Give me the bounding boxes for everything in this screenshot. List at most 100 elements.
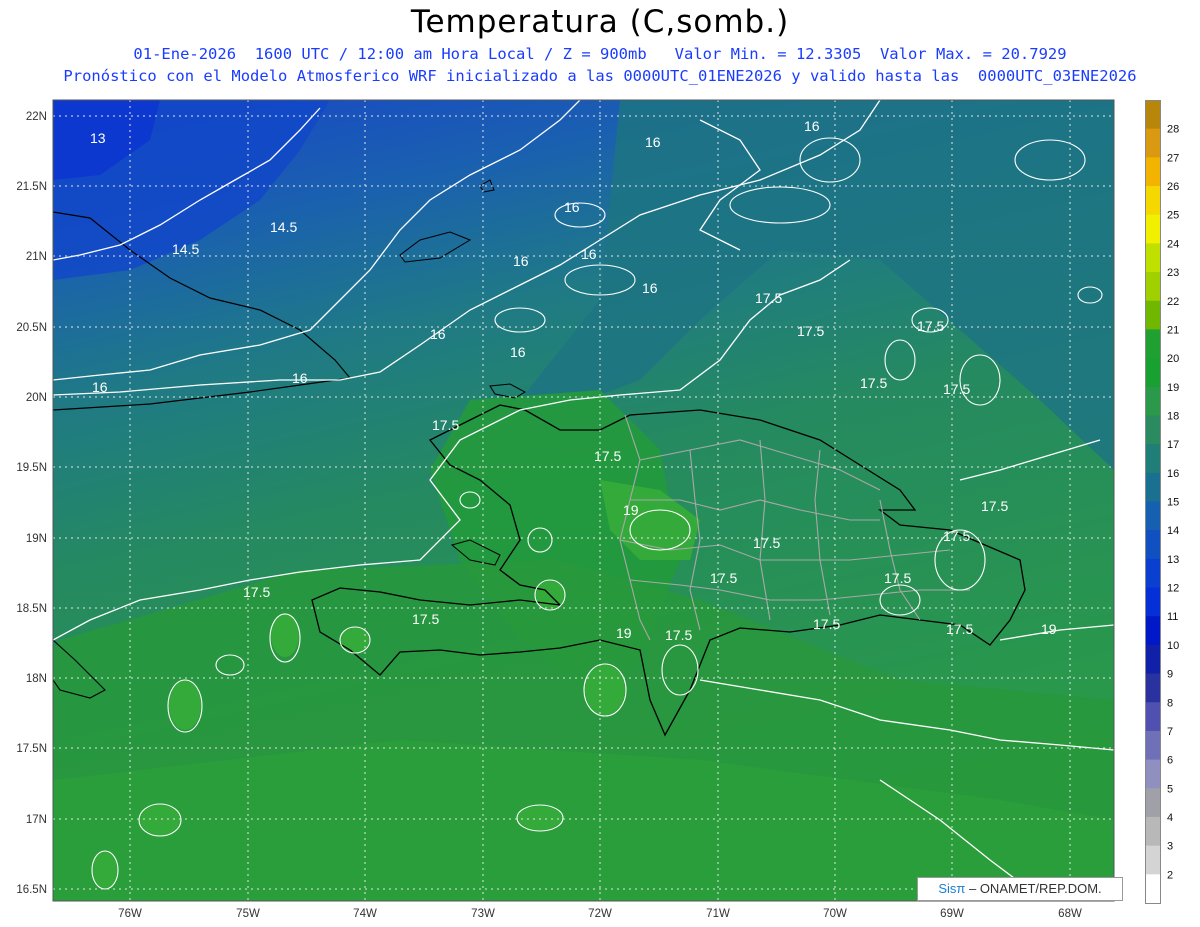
- colorbar-label: 5: [1167, 783, 1173, 795]
- colorbar-label: 22: [1167, 296, 1179, 308]
- colorbar-label: 9: [1167, 669, 1173, 681]
- lat-label: 21.5N: [16, 181, 47, 193]
- colorbar-swatch: [1145, 186, 1160, 216]
- contour-label: 16: [510, 344, 526, 360]
- contour-label: 17.5: [755, 290, 782, 306]
- colorbar-swatch: [1145, 587, 1160, 617]
- colorbar-label: 17: [1167, 439, 1179, 451]
- colorbar-label: 24: [1167, 238, 1179, 250]
- contour-label: 16: [564, 199, 580, 215]
- lat-label: 18N: [26, 673, 47, 685]
- colorbar-label: 13: [1167, 554, 1179, 566]
- contour-label: 16: [292, 370, 308, 386]
- contour-label: 17.5: [710, 570, 737, 586]
- contour-label: 19: [623, 502, 639, 518]
- colorbar-label: 6: [1167, 755, 1173, 767]
- valid-time-subtitle: 01-Ene-2026 1600 UTC / 12:00 am Hora Loc…: [133, 45, 1067, 63]
- model-info-subtitle: Pronóstico con el Modelo Atmosferico WRF…: [63, 67, 1137, 85]
- colorbar-swatch: [1145, 100, 1160, 130]
- lon-label: 74W: [353, 908, 377, 920]
- credit-text: – ONAMET/REP.DOM.: [965, 881, 1102, 896]
- contour-label: 14.5: [172, 241, 199, 257]
- contour-label: 16: [513, 253, 529, 269]
- colorbar-swatch: [1145, 128, 1160, 158]
- contour-label: 17.5: [412, 611, 439, 627]
- colorbar-label: 20: [1167, 353, 1179, 365]
- contour-label: 17.5: [813, 616, 840, 632]
- colorbar-swatch: [1145, 300, 1160, 330]
- colorbar-swatch: [1145, 415, 1160, 445]
- lon-label: 68W: [1058, 908, 1082, 920]
- colorbar-label: 18: [1167, 410, 1179, 422]
- colorbar-swatch: [1145, 329, 1160, 359]
- colorbar-label: 19: [1167, 382, 1179, 394]
- colorbar-swatch: [1145, 845, 1160, 875]
- contour-label: 17.5: [594, 448, 621, 464]
- lon-label: 75W: [236, 908, 260, 920]
- colorbar-label: 2: [1167, 869, 1173, 881]
- lat-label: 19.5N: [16, 462, 47, 474]
- contour-label: 14.5: [270, 219, 297, 235]
- contour-label: 17.5: [884, 570, 911, 586]
- temperature-map: 13 14.5 14.5 16 16 16 16 16 16 16 16 16 …: [16, 99, 1115, 920]
- colorbar-label: 11: [1167, 611, 1178, 623]
- lat-label: 20N: [26, 392, 47, 404]
- contour-label: 17.5: [243, 584, 270, 600]
- colorbar-label: 12: [1167, 583, 1179, 595]
- colorbar-swatch: [1145, 730, 1160, 761]
- lat-label: 16.5N: [16, 884, 47, 896]
- contour-label: 17.5: [432, 417, 459, 433]
- colorbar-swatch: [1145, 644, 1160, 675]
- sispi-logo-text: Sisπ: [938, 881, 966, 896]
- contour-label: 17.5: [665, 627, 692, 643]
- colorbar-label: 14: [1167, 525, 1179, 537]
- colorbar-label: 26: [1167, 181, 1179, 193]
- lat-label: 22N: [26, 111, 47, 123]
- contour-label: 17.5: [943, 528, 970, 544]
- lon-label: 76W: [118, 908, 142, 920]
- colorbar-swatch: [1145, 472, 1160, 502]
- colorbar-swatch: [1145, 616, 1160, 646]
- colorbar-label: 27: [1167, 152, 1179, 164]
- colorbar-label: 16: [1167, 468, 1179, 480]
- colorbar-swatch: [1145, 157, 1160, 187]
- colorbar-swatch: [1145, 816, 1160, 847]
- colorbar-label: 3: [1167, 841, 1173, 853]
- map-title: Temperatura (C,somb.): [410, 4, 790, 40]
- contour-label: 19: [1041, 621, 1057, 637]
- colorbar: 2827262524232221201918171615141312111098…: [1145, 100, 1179, 904]
- colorbar-label: 21: [1167, 324, 1179, 336]
- colorbar-label: 8: [1167, 697, 1173, 709]
- contour-label: 17.5: [946, 621, 973, 637]
- contour-label: 16: [642, 280, 658, 296]
- colorbar-label: 10: [1167, 640, 1179, 652]
- contour-label: 16: [92, 379, 108, 395]
- colorbar-label: 7: [1167, 726, 1173, 738]
- lat-label: 20.5N: [16, 322, 47, 334]
- colorbar-swatch: [1145, 501, 1160, 531]
- contour-label: 17.5: [797, 323, 824, 339]
- colorbar-swatch: [1145, 530, 1160, 560]
- contour-label: 16: [645, 134, 661, 150]
- colorbar-swatch: [1145, 358, 1160, 388]
- lon-label: 69W: [940, 908, 964, 920]
- lat-label: 17N: [26, 814, 47, 826]
- contour-label: 16: [804, 118, 820, 134]
- colorbar-swatch: [1145, 214, 1160, 244]
- colorbar-label: 25: [1167, 210, 1179, 222]
- colorbar-swatch: [1145, 788, 1160, 818]
- colorbar-swatch: [1145, 272, 1160, 302]
- colorbar-swatch: [1145, 673, 1160, 703]
- contour-label: 17.5: [981, 498, 1008, 514]
- contour-label: 17.5: [860, 375, 887, 391]
- contour-label: 16: [581, 246, 597, 262]
- colorbar-label: 23: [1167, 267, 1179, 279]
- colorbar-swatch: [1145, 558, 1160, 589]
- lon-label: 72W: [588, 908, 612, 920]
- credit-box: Sisπ – ONAMET/REP.DOM.: [917, 877, 1123, 901]
- colorbar-swatch: [1145, 243, 1160, 273]
- colorbar-swatch: [1145, 386, 1160, 416]
- colorbar-swatch: [1145, 702, 1160, 732]
- colorbar-swatch: [1145, 874, 1160, 904]
- lon-label: 70W: [823, 908, 847, 920]
